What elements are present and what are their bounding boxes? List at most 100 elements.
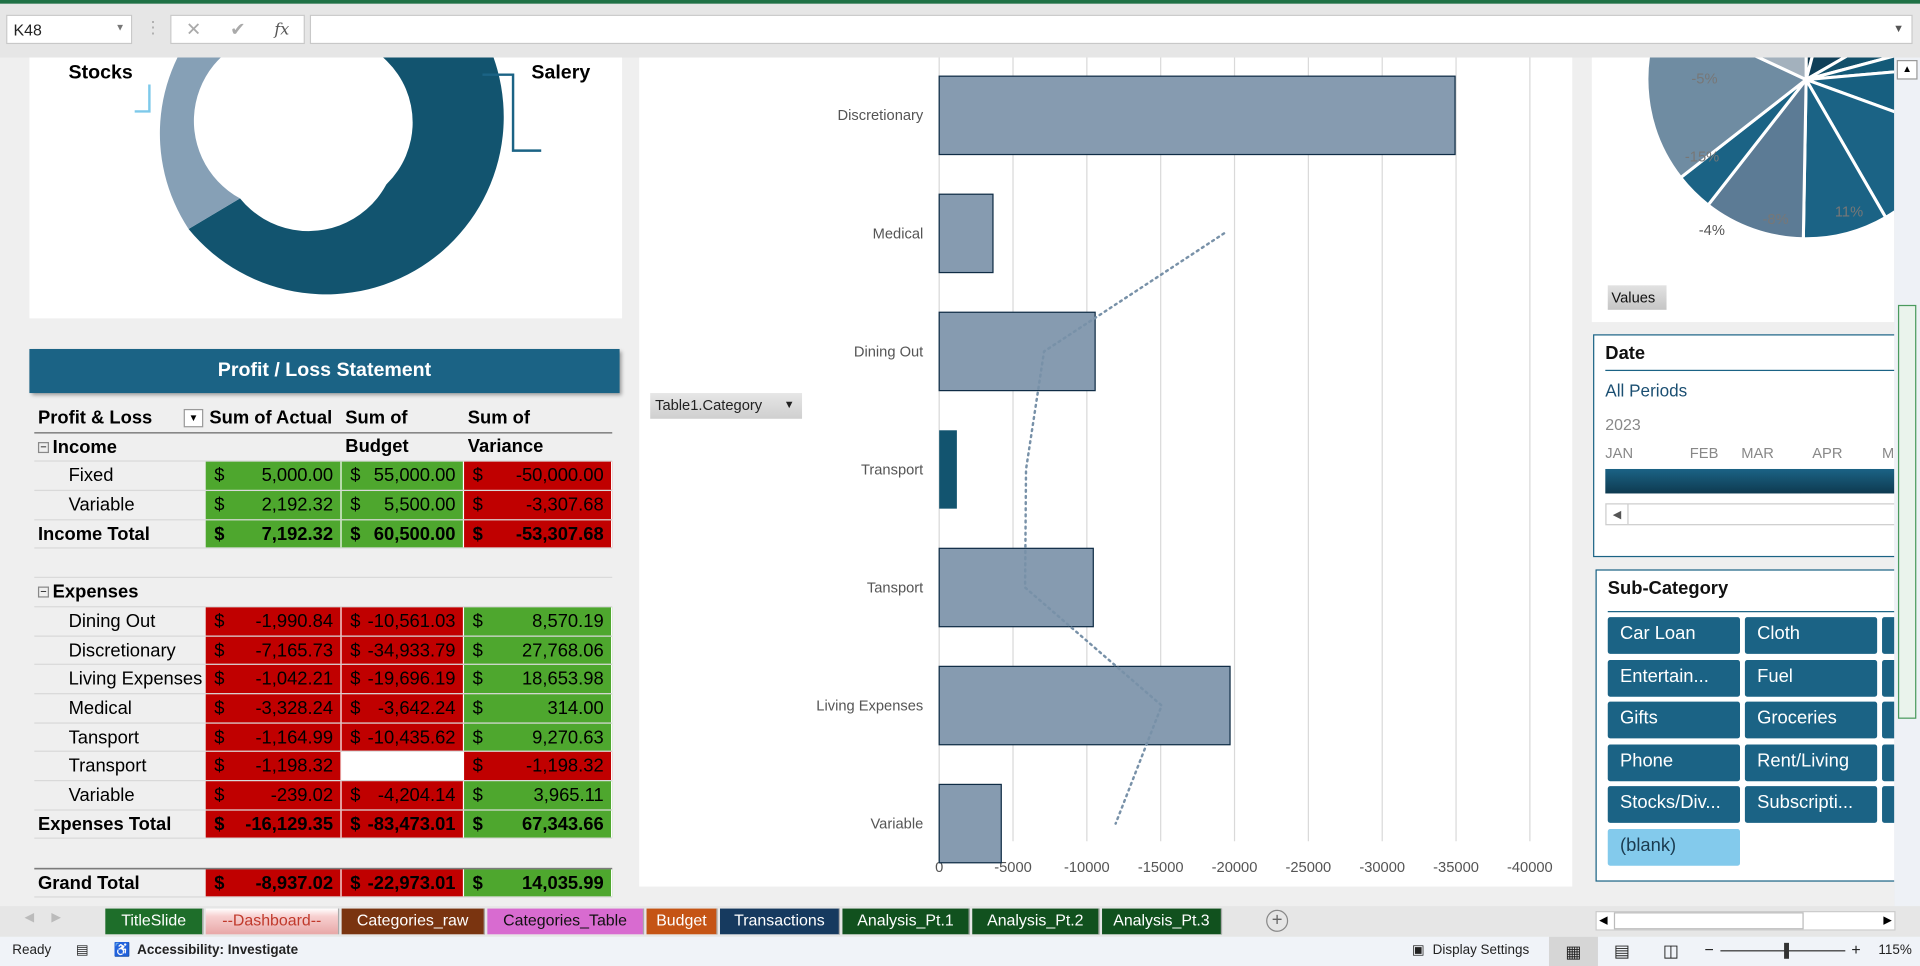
slicer-item[interactable] [1882,786,1895,823]
scroll-up-icon[interactable]: ▲ [1896,60,1918,80]
slicer-item[interactable]: Stocks/Div... [1607,786,1741,823]
bar[interactable] [938,75,1456,156]
cell-actual[interactable]: $ -1,198.32 [205,752,342,781]
cell-budget[interactable]: $ -4,204.14 [341,781,465,810]
cell-budget[interactable]: $55,000.00 [341,462,465,490]
scroll-right-icon[interactable]: ▶ [1883,913,1891,926]
slicer-item[interactable]: Fuel [1744,659,1878,697]
cell-actual[interactable]: $5,000.00 [205,462,342,490]
slicer-item[interactable]: Gifts [1607,701,1741,739]
bar[interactable] [938,311,1096,392]
tab-prev-icon[interactable]: ◀ [24,911,33,924]
cell-variance[interactable]: $ -3,307.68 [464,491,613,519]
column-header[interactable]: Profit & Loss [34,404,205,432]
pie-chart[interactable]: -5% -15% -4% -8% 11% [1591,57,1895,323]
collapse-icon[interactable]: − [37,586,49,598]
cell-budget[interactable]: $ -22,973.01 [341,869,465,897]
row-label[interactable]: Expenses [34,578,205,606]
collapse-icon[interactable]: − [37,441,49,453]
formula-input[interactable]: ▼ [309,14,1913,45]
slicer-item[interactable]: (blank) [1607,828,1741,866]
vertical-scrollbar[interactable]: ▲ [1894,57,1920,907]
cell-variance[interactable]: $ -50,000.00 [464,462,613,490]
filter-dropdown-icon[interactable]: ▼ [183,408,204,428]
tab-sheet[interactable]: Analysis_Pt.1 [842,908,970,935]
cell-actual[interactable]: $ -7,165.73 [205,636,342,665]
slicer-item[interactable]: Cloth [1744,617,1878,654]
cell-actual[interactable]: $ -3,328.24 [205,694,342,723]
cancel-icon[interactable]: ✕ [186,18,201,41]
cell-budget[interactable]: $ -83,473.01 [341,810,465,839]
tab-sheet[interactable]: Transactions [720,908,841,935]
cell-variance[interactable]: $27,768.06 [464,636,613,665]
donut-chart[interactable]: Stocks Salery [29,57,623,319]
month-label[interactable]: APR [1812,444,1842,461]
cell-variance[interactable]: $ -1,198.32 [464,752,613,781]
cell-variance[interactable]: $3,965.11 [464,781,613,810]
month-label[interactable]: JAN [1605,444,1633,461]
bar[interactable] [938,547,1094,628]
page-break-icon[interactable]: ◫ [1663,940,1679,961]
h-scroll-thumb[interactable] [1613,912,1804,930]
slicer-item[interactable] [1882,701,1895,739]
accessibility-status[interactable]: Accessibility: Investigate [137,943,298,958]
values-field-button[interactable]: Values [1607,285,1667,310]
add-sheet-icon[interactable]: + [1266,909,1289,932]
zoom-in-icon[interactable]: + [1851,940,1860,958]
tab-sheet[interactable]: --Dashboard-- [205,908,340,935]
scroll-thumb[interactable] [1897,304,1917,719]
slicer-item[interactable] [1882,659,1895,697]
sub-category-slicer[interactable]: Sub-Category Car Loan Cloth Entertain... Fu… [1595,569,1895,882]
timeline-scrollbar[interactable]: ◀ [1605,503,1895,526]
budget-bar-chart[interactable]: 0 -5000 -10000 -15000 -20000 -25000 -30000 -350… [639,57,1573,887]
all-periods-label[interactable]: All Periods [1605,381,1687,401]
expand-formula-icon[interactable]: ▼ [1893,22,1904,34]
chevron-down-icon[interactable]: ▼ [115,22,125,33]
cell-variance[interactable]: $8,570.19 [464,607,613,635]
tab-sheet[interactable]: Budget [646,908,718,935]
category-field-button[interactable]: Table1.Category ▼ [650,393,803,419]
tab-next-icon[interactable]: ▶ [51,911,60,924]
cell-actual[interactable]: $ -239.02 [205,781,342,810]
display-settings-button[interactable]: Display Settings [1433,943,1530,958]
tab-sheet[interactable]: Analysis_Pt.2 [972,908,1100,935]
tab-sheet[interactable]: Analysis_Pt.3 [1102,908,1223,935]
timeline-bar[interactable] [1605,468,1895,494]
slicer-item[interactable] [1882,617,1895,654]
bar[interactable] [938,665,1231,746]
scroll-left-icon[interactable]: ◀ [1607,504,1629,525]
cell-budget[interactable]: $ -19,696.19 [341,665,465,694]
accessibility-icon[interactable]: ♿ [114,942,131,958]
zoom-out-icon[interactable]: − [1704,940,1713,958]
tab-sheet[interactable]: Categories_raw [341,908,485,935]
display-settings-icon[interactable]: ▣ [1412,942,1425,958]
zoom-slider[interactable] [1720,950,1846,952]
month-label[interactable]: FEB [1690,444,1719,461]
scroll-left-icon[interactable]: ◀ [1599,913,1607,926]
cell-actual[interactable]: $ -8,937.02 [205,869,342,897]
slicer-item[interactable]: Phone [1607,743,1741,781]
chevron-down-icon[interactable]: ▼ [784,398,795,410]
month-label[interactable]: MAR [1741,444,1774,461]
slicer-item[interactable]: Entertain... [1607,659,1741,697]
slicer-item[interactable]: Rent/Living [1744,743,1878,781]
cell-actual[interactable]: $ -16,129.35 [205,810,342,839]
date-timeline-slicer[interactable]: Date All Periods 2023 JAN FEB MAR APR M ◀ [1593,334,1895,558]
slicer-item[interactable]: Car Loan [1607,617,1741,654]
slicer-item[interactable]: Subscripti... [1744,786,1878,823]
cell-budget[interactable]: $ -10,435.62 [341,723,465,752]
cell-variance[interactable]: $67,343.66 [464,810,613,839]
cell-variance[interactable]: $14,035.99 [464,869,613,897]
bar[interactable] [939,430,957,509]
row-label[interactable]: Income [34,433,205,461]
enter-icon[interactable]: ✔ [230,18,245,41]
name-box[interactable]: K48 ▼ [6,14,133,45]
cell-actual[interactable]: $ -1,990.84 [205,607,342,635]
cell-budget[interactable] [341,752,465,781]
page-layout-icon[interactable]: ▤ [1614,940,1630,961]
horizontal-scrollbar[interactable]: ◀ ▶ [1595,911,1896,931]
cell-budget[interactable]: $ -10,561.03 [341,607,465,635]
tab-sheet[interactable]: Categories_Table [487,908,645,935]
bar[interactable] [938,193,994,274]
slicer-item[interactable]: Groceries [1744,701,1878,739]
